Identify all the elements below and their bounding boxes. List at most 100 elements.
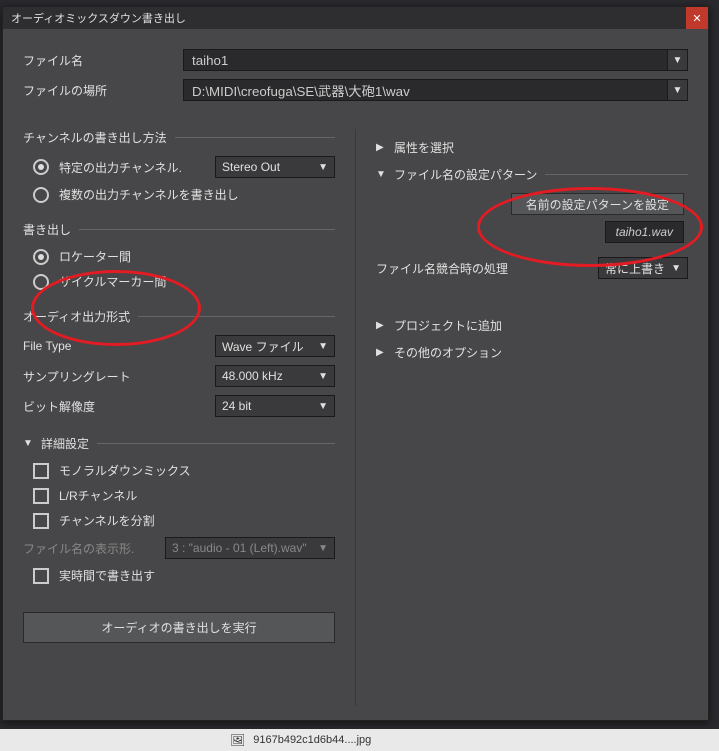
add-project-label: プロジェクトに追加 [394,317,502,334]
radio-locator[interactable] [33,249,49,265]
triangle-down-icon: ▼ [376,169,388,180]
file-path-label: ファイルの場所 [23,82,183,99]
bit-depth-label: ビット解像度 [23,398,95,415]
export-cycle-row[interactable]: サイクルマーカー間 [33,273,335,290]
lr-label: L/Rチャンネル [59,487,137,504]
titlebar: オーディオミックスダウン書き出し ✕ [3,7,708,29]
top-fields: ファイル名 ▼ ファイルの場所 ▼ [23,49,688,109]
dialog-window: オーディオミックスダウン書き出し ✕ ファイル名 ▼ ファイルの場所 ▼ [2,6,709,721]
export-locator-row[interactable]: ロケーター間 [33,248,335,265]
export-group-label: 書き出し [23,221,71,238]
execute-export-button[interactable]: オーディオの書き出しを実行 [23,612,335,643]
channel-specific-row[interactable]: 特定の出力チャンネル. Stereo Out ▼ [33,156,335,178]
radio-multi[interactable] [33,187,49,203]
right-column: ▶ 属性を選択 ▼ ファイル名の設定パターン 名前の設定パターンを設定 taih… [355,129,688,706]
channel-group-label: チャンネルの書き出し方法 [23,129,167,146]
conflict-label: ファイル名競合時の処理 [376,260,508,277]
file-path-input[interactable] [183,79,668,101]
triangle-down-icon: ▼ [23,438,35,449]
chevron-down-icon: ▼ [673,85,683,96]
name-fmt-value: 3 : "audio - 01 (Left).wav" [172,541,307,555]
file-name-row: ファイル名 ▼ [23,49,688,71]
audio-group-label: オーディオ出力形式 [23,308,130,325]
export-locator-label: ロケーター間 [59,248,131,265]
sample-rate-label: サンプリングレート [23,368,131,385]
advanced-title: 詳細設定 [41,435,89,452]
chevron-down-icon: ▼ [673,55,683,66]
sample-rate-row: サンプリングレート 48.000 kHz▼ [23,365,335,387]
realtime-label: 実時間で書き出す [59,567,155,584]
export-cycle-label: サイクルマーカー間 [59,273,166,290]
split-label: チャンネルを分割 [59,512,155,529]
add-project-disclosure[interactable]: ▶ プロジェクトに追加 [376,317,688,334]
checkbox-lr[interactable] [33,488,49,504]
divider [545,174,688,175]
bit-depth-value: 24 bit [222,399,251,413]
channel-group: チャンネルの書き出し方法 特定の出力チャンネル. Stereo Out ▼ 複数… [23,129,335,203]
mono-label: モノラルダウンミックス [59,462,191,479]
chevron-down-icon: ▼ [671,263,681,274]
triangle-right-icon: ▶ [376,142,388,153]
chevron-down-icon: ▼ [318,543,328,554]
left-column: チャンネルの書き出し方法 特定の出力チャンネル. Stereo Out ▼ 複数… [23,129,355,706]
footer-bar: 🖼 9167b492c1d6b44....jpg [0,729,719,751]
bit-depth-row: ビット解像度 24 bit ▼ [23,395,335,417]
pattern-config-button[interactable]: 名前の設定パターンを設定 [511,193,684,215]
conflict-value: 常に上書き [605,260,665,277]
triangle-right-icon: ▶ [376,347,388,358]
close-button[interactable]: ✕ [686,7,708,29]
bit-depth-select[interactable]: 24 bit ▼ [215,395,335,417]
name-fmt-row: ファイル名の表示形. 3 : "audio - 01 (Left).wav"▼ [23,537,335,559]
file-type-select[interactable]: Wave ファイル ▼ [215,335,335,357]
attrib-disclosure[interactable]: ▶ 属性を選択 [376,139,688,156]
image-icon: 🖼 [230,733,245,747]
file-type-value: Wave ファイル [222,338,304,355]
file-name-label: ファイル名 [23,52,183,69]
checkbox-realtime[interactable] [33,568,49,584]
file-path-row: ファイルの場所 ▼ [23,79,688,101]
other-label: その他のオプション [394,344,502,361]
checkbox-split[interactable] [33,513,49,529]
file-path-dropdown[interactable]: ▼ [668,79,688,101]
channel-group-title: チャンネルの書き出し方法 [23,129,335,146]
chevron-down-icon: ▼ [318,341,328,352]
mono-row[interactable]: モノラルダウンミックス [33,462,335,479]
sample-rate-value: 48.000 kHz [222,369,283,383]
pattern-controls: 名前の設定パターンを設定 taiho1.wav [376,193,688,243]
channel-specific-select[interactable]: Stereo Out ▼ [215,156,335,178]
checkbox-mono[interactable] [33,463,49,479]
audio-group-title: オーディオ出力形式 [23,308,335,325]
divider [79,229,335,230]
conflict-select[interactable]: 常に上書き ▼ [598,257,688,279]
chevron-down-icon: ▼ [318,162,328,173]
footer-filename: 9167b492c1d6b44....jpg [253,734,371,746]
window-title: オーディオミックスダウン書き出し [11,10,186,26]
file-name-input[interactable] [183,49,668,71]
sample-rate-select[interactable]: 48.000 kHz▼ [215,365,335,387]
pattern-preview: taiho1.wav [605,221,684,243]
attrib-label: 属性を選択 [394,139,454,156]
channel-specific-label: 特定の出力チャンネル. [59,159,215,176]
export-group: 書き出し ロケーター間 サイクルマーカー間 [23,221,335,290]
dialog-content: ファイル名 ▼ ファイルの場所 ▼ チャンネルの書き出し方法 特 [3,29,708,720]
radio-specific[interactable] [33,159,49,175]
realtime-row[interactable]: 実時間で書き出す [33,567,335,584]
channel-multi-label: 複数の出力チャンネルを書き出し [59,186,239,203]
advanced-disclosure[interactable]: ▼ 詳細設定 [23,435,335,452]
file-type-row: File Type Wave ファイル▼ [23,335,335,357]
other-disclosure[interactable]: ▶ その他のオプション [376,344,688,361]
name-fmt-select: 3 : "audio - 01 (Left).wav" ▼ [165,537,335,559]
file-name-dropdown[interactable]: ▼ [668,49,688,71]
channel-multi-row[interactable]: 複数の出力チャンネルを書き出し [33,186,335,203]
columns: チャンネルの書き出し方法 特定の出力チャンネル. Stereo Out ▼ 複数… [23,129,688,706]
divider [175,137,335,138]
channel-specific-value: Stereo Out [222,160,280,174]
radio-cycle[interactable] [33,274,49,290]
split-row[interactable]: チャンネルを分割 [33,512,335,529]
pattern-disclosure[interactable]: ▼ ファイル名の設定パターン [376,166,688,183]
chevron-down-icon: ▼ [318,401,328,412]
divider [138,316,335,317]
pattern-title: ファイル名の設定パターン [394,166,537,183]
export-group-title: 書き出し [23,221,335,238]
lr-row[interactable]: L/Rチャンネル [33,487,335,504]
